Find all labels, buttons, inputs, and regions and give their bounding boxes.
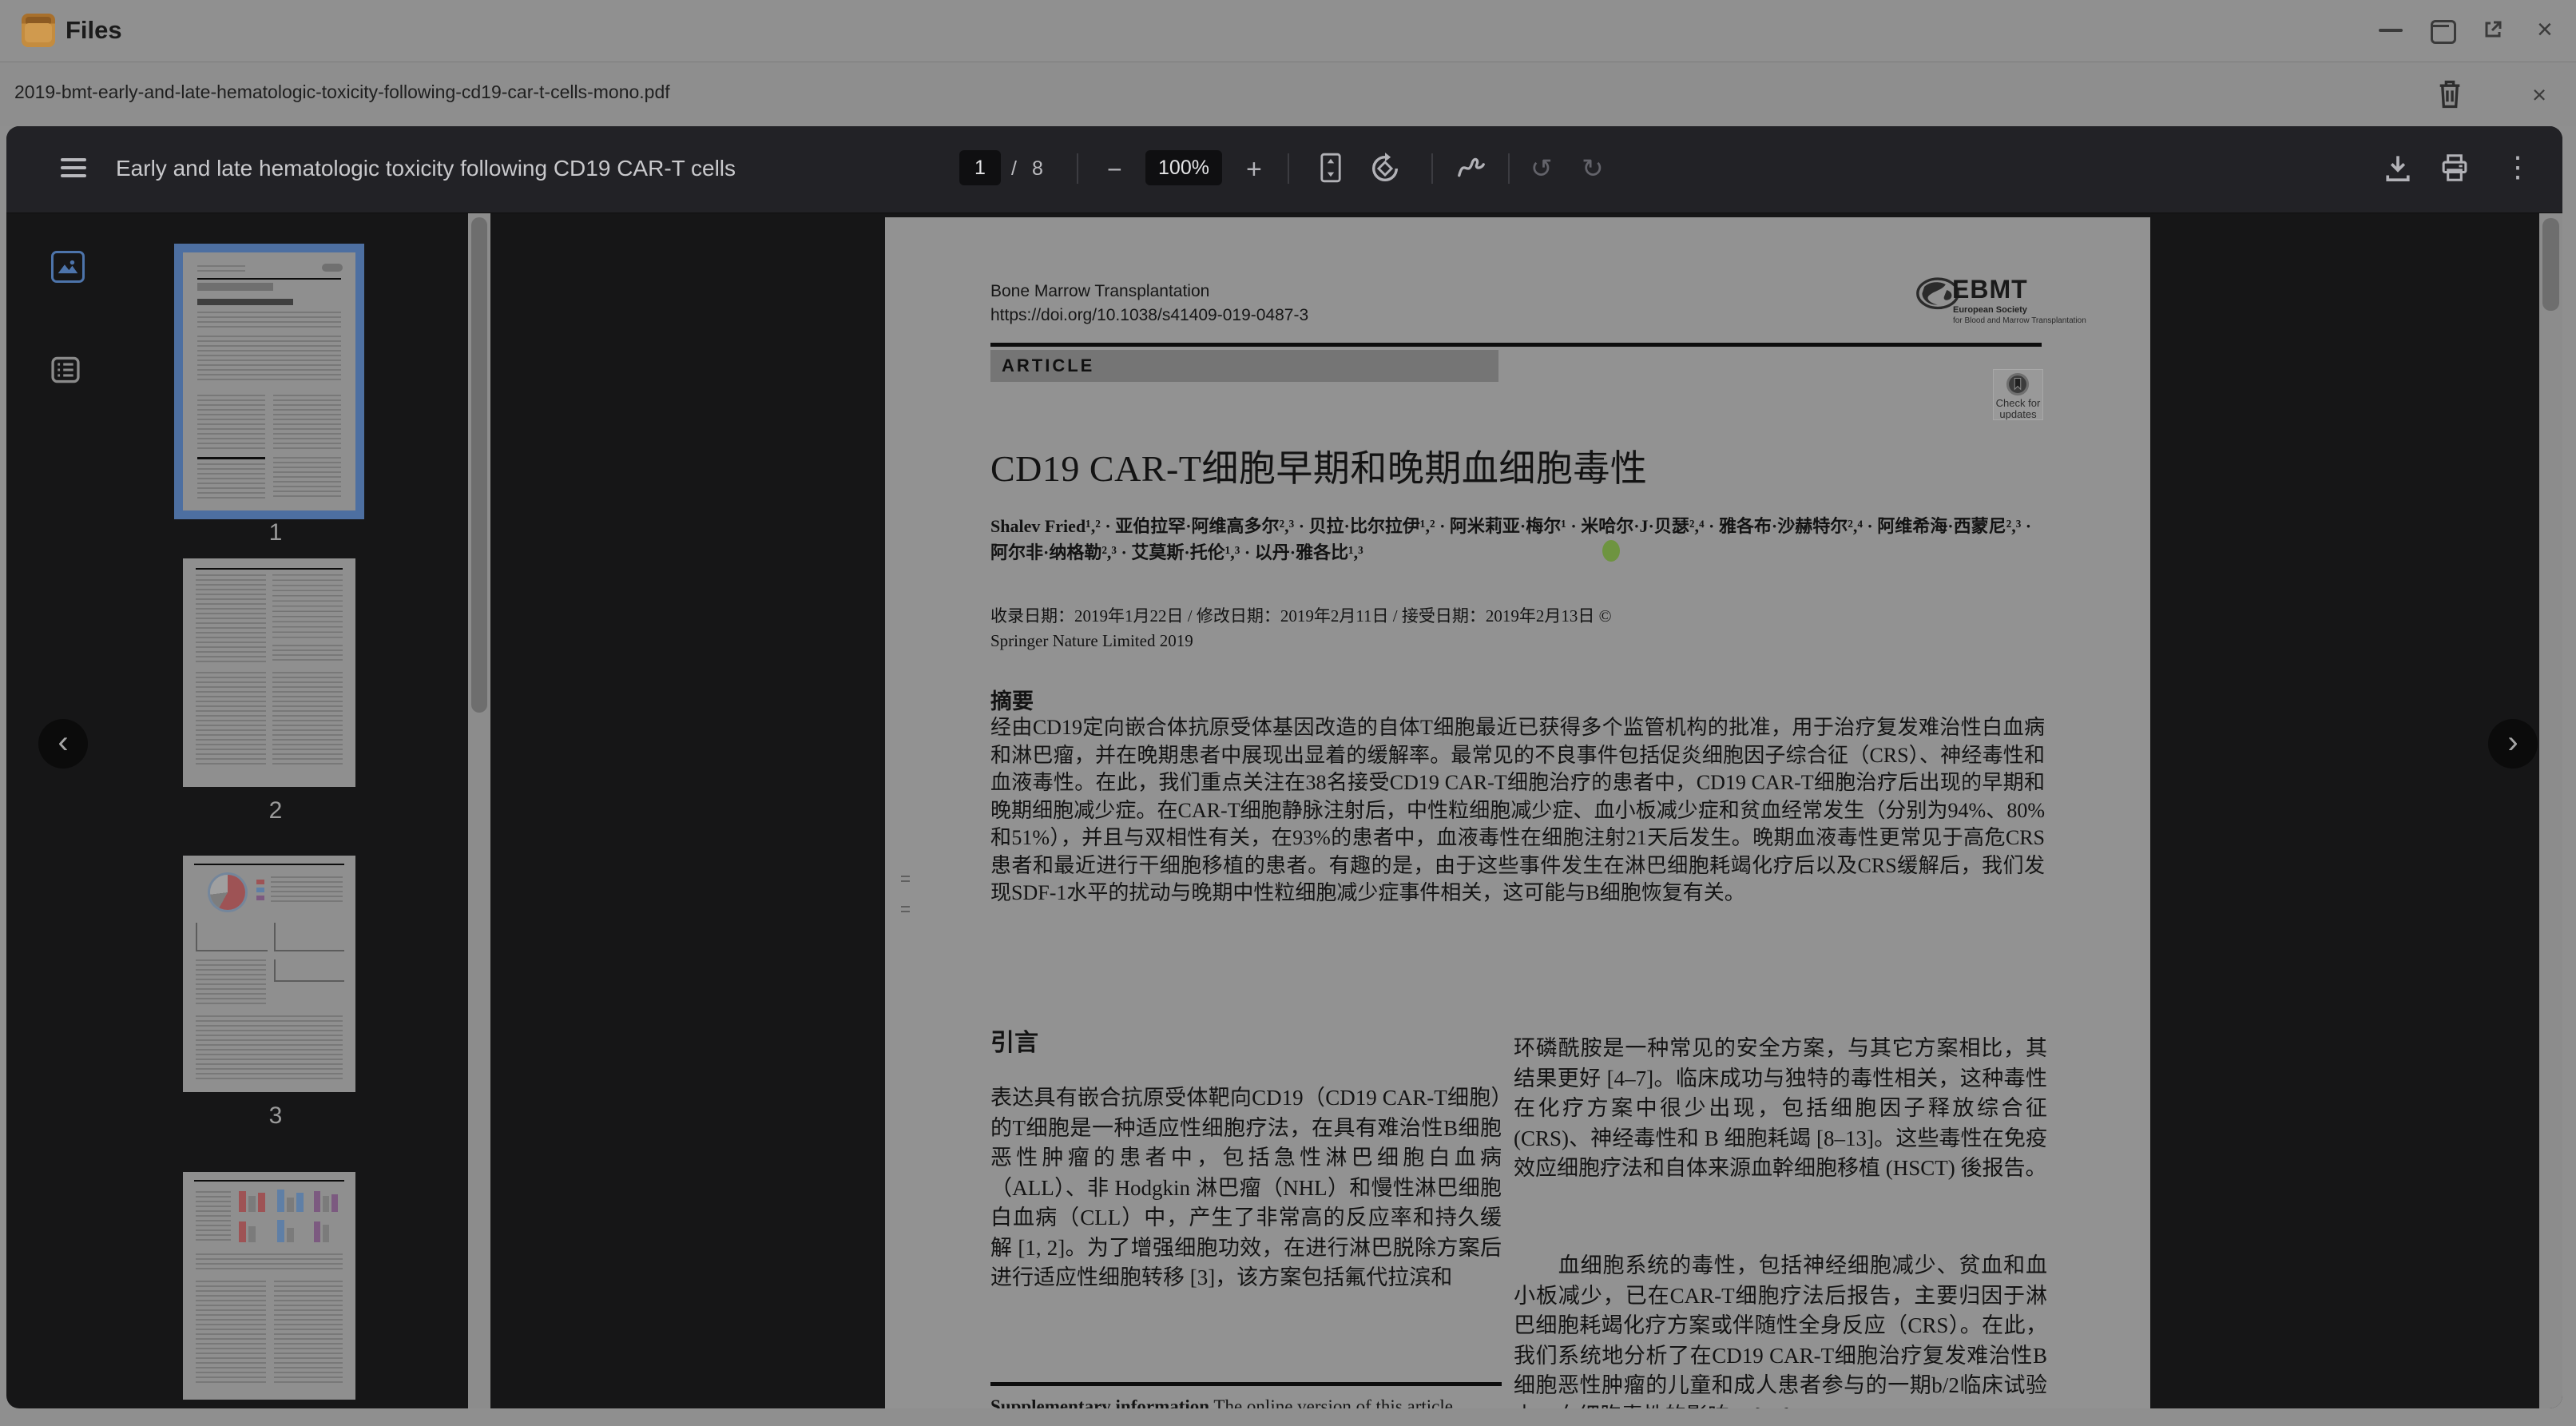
delete-file-icon[interactable] [2435,78,2465,114]
logo-wordmark: EBMT [1952,275,2028,304]
page-thumbnail-1[interactable] [183,252,355,510]
page-label-2: 2 [252,797,300,824]
supplementary-note: Supplementary information The online ver… [990,1395,1502,1408]
zoom-out-button[interactable]: − [1107,155,1122,185]
print-icon[interactable] [2440,153,2469,186]
paper-title: CD19 CAR-T细胞早期和晚期血细胞毒性 [990,439,2045,492]
previous-page-button[interactable]: ‹ [38,719,88,769]
page-thumbnail-2[interactable] [183,558,355,787]
intro-left-column: 表达具有嵌合抗原受体靶向CD19（CD19 CAR-T细胞）的T细胞是一种适应性… [990,1083,1502,1293]
pdf-viewer: Early and late hematologic toxicity foll… [6,126,2562,1408]
outline-view-icon[interactable] [51,356,80,383]
thumbnail-view-icon[interactable] [51,251,85,283]
close-window-icon[interactable]: × [2537,16,2553,43]
fit-page-icon[interactable] [1320,152,1342,188]
dates-line: 收录日期：2019年1月22日 / 修改日期：2019年2月11日 / 接受日期… [990,604,1621,653]
footnote-rule [990,1382,1502,1386]
divider [1431,153,1433,184]
margin-marks [901,906,910,916]
page-number-input[interactable]: 1 [959,150,1001,185]
close-preview-icon[interactable]: × [2532,81,2546,109]
intro-right-p1: 环磷酰胺是一种常见的安全方案，与其它方案相比，其结果更好 [4–7]。临床成功与… [1514,1034,2047,1184]
open-in-new-icon[interactable] [2484,21,2502,38]
check-for-updates-badge[interactable]: Check for updates [1993,369,2043,420]
annotate-icon[interactable] [1457,155,1486,185]
ebmt-logo: EBMT European Society for Blood and Marr… [1915,275,2043,331]
journal-name: Bone Marrow Transplantation [990,280,1209,304]
screen: Files × 2019-bmt-early-and-late-hematolo… [0,0,2576,1426]
sidebar-scrollbar[interactable] [468,213,490,1408]
open-file-name: 2019-bmt-early-and-late-hematologic-toxi… [14,81,670,103]
pdf-toolbar: Early and late hematologic toxicity foll… [6,126,2562,213]
article-type-banner: ARTICLE [990,350,1498,382]
page-label-1: 1 [252,519,300,546]
divider [1077,153,1078,184]
document-scrollbar-thumb[interactable] [2542,218,2559,311]
redo-icon[interactable]: ↻ [1582,155,1604,181]
page-thumbnail-3[interactable] [183,856,355,1092]
download-icon[interactable] [2384,153,2411,188]
abstract-heading: 摘要 [990,684,1034,715]
maximize-icon[interactable] [2431,20,2456,44]
update-bookmark-icon [2006,372,2030,396]
logo-tagline-1: European Society [1953,305,2027,315]
document-scrollbar[interactable] [2539,213,2562,1408]
pdf-page: Bone Marrow Transplantation https://doi.… [885,217,2150,1408]
pdf-doc-title: Early and late hematologic toxicity foll… [116,156,736,181]
window-titlebar: Files × [0,0,2576,62]
check-line1: Check for [1994,397,2042,409]
menu-icon[interactable] [61,158,86,177]
sidebar-scrollbar-thumb[interactable] [471,217,487,713]
page-label-3: 3 [252,1102,300,1130]
files-app-icon [22,14,55,47]
zoom-in-button[interactable]: + [1246,154,1262,185]
authors-line: Shalev Fried¹,² · 亚伯拉罕·阿维高多尔²,³ · 贝拉·比尔拉… [990,513,2048,566]
check-line2: updates [1994,408,2042,420]
undo-icon[interactable]: ↺ [1530,155,1553,181]
next-page-button[interactable]: › [2488,719,2538,769]
mini-pie-chart [210,875,245,910]
zoom-level-input[interactable]: 100% [1145,150,1222,185]
margin-marks [901,876,910,885]
divider [1288,153,1289,184]
supplementary-label: Supplementary information [990,1396,1209,1408]
file-bar: 2019-bmt-early-and-late-hematologic-toxi… [0,62,2576,126]
intro-heading: 引言 [990,1023,1038,1058]
header-rule [990,343,2042,347]
app-title: Files [65,16,122,45]
logo-tagline-2: for Blood and Marrow Transplantation [1953,316,2086,325]
more-menu-icon[interactable]: ⋮ [2503,150,2532,184]
abstract-text: 经由CD19定向嵌合体抗原受体基因改造的自体T细胞最近已获得多个监管机构的批准，… [990,714,2045,908]
rotate-icon[interactable] [1369,153,1401,189]
doi-link[interactable]: https://doi.org/10.1038/s41409-019-0487-… [990,304,1308,328]
divider [1508,153,1510,184]
page-separator: / [1011,157,1017,181]
page-thumbnail-4[interactable] [183,1172,355,1400]
page-total: 8 [1032,157,1043,181]
minimize-icon[interactable] [2379,29,2403,32]
intro-right-p2: 血细胞系统的毒性，包括神经细胞减少、贫血和血小板减少，已在CAR-T细胞疗法后报… [1514,1251,2047,1408]
